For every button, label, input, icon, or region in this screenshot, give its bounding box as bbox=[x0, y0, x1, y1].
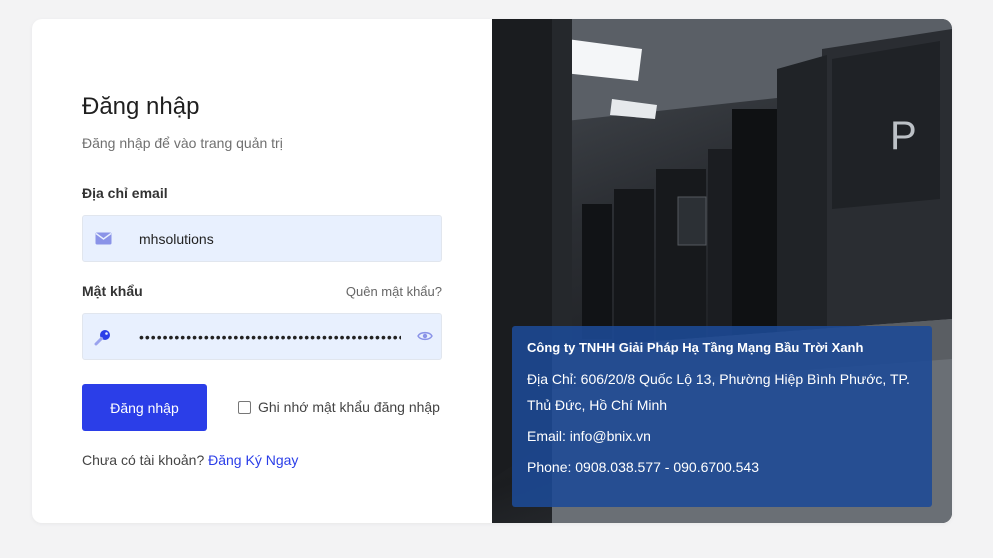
datacenter-image: P Công ty TNHH Giải Pháp Hạ Tầng Mạng Bầ… bbox=[492, 19, 952, 523]
password-field bbox=[82, 313, 442, 360]
company-phone: Phone: 0908.038.577 - 090.6700.543 bbox=[527, 459, 759, 475]
email-label: Địa chỉ email bbox=[82, 185, 168, 201]
password-label: Mật khẩu bbox=[82, 283, 143, 299]
company-info-panel: Công ty TNHH Giải Pháp Hạ Tầng Mạng Bầu … bbox=[512, 326, 932, 507]
email-input[interactable] bbox=[139, 216, 409, 261]
eye-icon[interactable] bbox=[415, 326, 435, 346]
remember-label: Ghi nhớ mật khẩu đăng nhập bbox=[258, 399, 440, 415]
forgot-password-link[interactable]: Quên mật khẩu? bbox=[332, 284, 442, 299]
login-button[interactable]: Đăng nhập bbox=[82, 384, 207, 431]
remember-checkbox[interactable] bbox=[238, 400, 251, 414]
company-email: Email: info@bnix.vn bbox=[527, 428, 651, 444]
signup-row: Chưa có tài khoản? Đăng Ký Ngay bbox=[82, 452, 298, 468]
page-subtitle: Đăng nhập để vào trang quản trị bbox=[82, 135, 283, 151]
company-name: Công ty TNHH Giải Pháp Hạ Tầng Mạng Bầu … bbox=[527, 340, 864, 355]
signup-link[interactable]: Đăng Ký Ngay bbox=[208, 452, 298, 468]
email-field bbox=[82, 215, 442, 262]
signup-prompt: Chưa có tài khoản? bbox=[82, 452, 205, 468]
password-input[interactable] bbox=[139, 314, 401, 359]
page-title: Đăng nhập bbox=[82, 93, 200, 120]
rack-logo: P bbox=[890, 114, 917, 158]
envelope-icon bbox=[83, 216, 123, 261]
login-card: Đăng nhập Đăng nhập để vào trang quản tr… bbox=[32, 19, 952, 523]
key-icon bbox=[83, 314, 123, 359]
company-address: Địa Chỉ: 606/20/8 Quốc Lộ 13, Phường Hiệ… bbox=[527, 371, 910, 413]
remember-me[interactable]: Ghi nhớ mật khẩu đăng nhập bbox=[238, 399, 440, 415]
login-panel: Đăng nhập Đăng nhập để vào trang quản tr… bbox=[32, 19, 492, 523]
